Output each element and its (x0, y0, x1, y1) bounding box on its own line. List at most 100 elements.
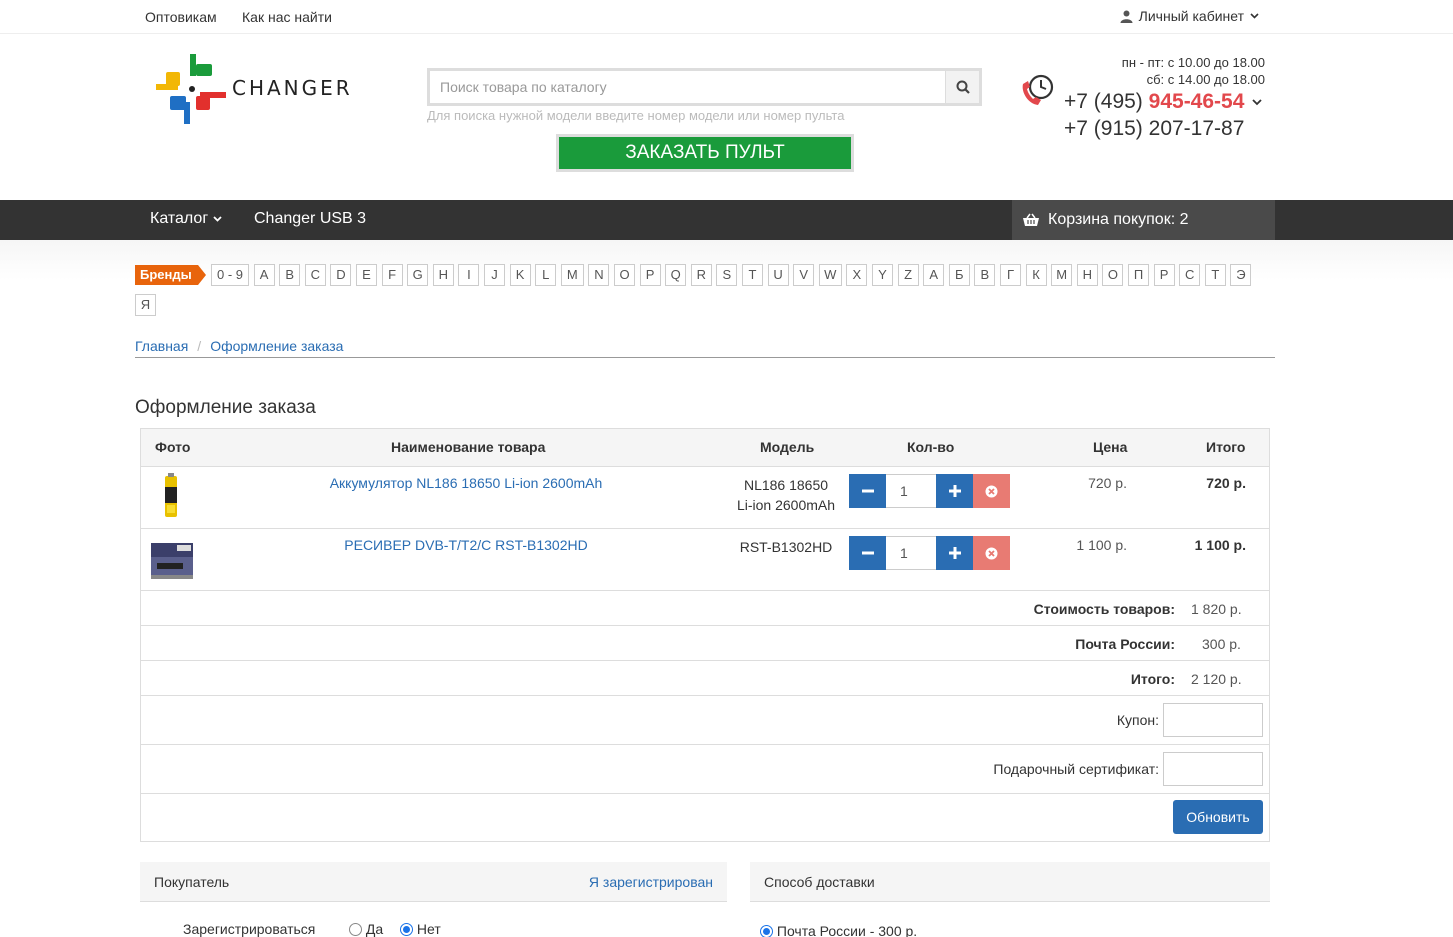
product-price: 720 р. (1088, 475, 1127, 491)
brand-letter[interactable]: N (588, 264, 610, 286)
brand-letter[interactable]: U (767, 264, 789, 286)
brand-letter[interactable]: H (432, 264, 454, 286)
brand-letter[interactable]: Б (948, 264, 970, 286)
brand-letter[interactable]: Г (1000, 264, 1021, 286)
delivery-option[interactable]: Почта России - 300 р. (760, 923, 917, 937)
nav-changer-usb[interactable]: Changer USB 3 (254, 210, 366, 228)
brand-letter[interactable]: К (1025, 264, 1047, 286)
brand-letter[interactable]: E (356, 264, 377, 286)
breadcrumb-home[interactable]: Главная (135, 338, 188, 354)
brands-label: Бренды (135, 265, 206, 285)
search-button[interactable] (945, 71, 979, 103)
product-model: RST-B1302HD (726, 537, 846, 557)
brand-letter[interactable]: Н (1076, 264, 1098, 286)
account-label: Личный кабинет (1138, 8, 1244, 24)
brand-letter[interactable]: П (1128, 264, 1149, 286)
top-bar: Оптовикам Как нас найти Личный кабинет (0, 0, 1453, 34)
radio-yes[interactable] (349, 923, 362, 936)
phone-main[interactable]: +7 (495) 945-46-54 (1064, 90, 1263, 114)
radio-delivery[interactable] (760, 925, 773, 937)
account-menu[interactable]: Личный кабинет (1120, 8, 1259, 24)
plus-icon (948, 547, 961, 559)
brand-letter[interactable]: Р (1153, 264, 1175, 286)
brand-letter[interactable]: С (1179, 264, 1201, 286)
table-row: Аккумулятор NL186 18650 Li-ion 2600mAh N… (141, 467, 1269, 529)
model-line: NL186 18650 (743, 477, 829, 493)
brand-letter[interactable]: A (253, 264, 275, 286)
remove-button[interactable] (973, 536, 1010, 570)
brand-letter[interactable]: B (279, 264, 301, 286)
phone-clock-icon (1022, 74, 1054, 105)
cart-label: Корзина покупок: 2 (1048, 211, 1189, 228)
increase-button[interactable] (936, 536, 973, 570)
nav-catalog[interactable]: Каталог (150, 210, 222, 228)
remove-button[interactable] (973, 474, 1010, 508)
radio-no[interactable] (400, 923, 413, 936)
brand-letter[interactable]: О (1102, 264, 1124, 286)
wholesale-link[interactable]: Оптовикам (145, 9, 217, 25)
search-icon (956, 80, 970, 94)
battery-image[interactable] (149, 473, 195, 519)
cart-button[interactable]: Корзина покупок: 2 (1012, 200, 1275, 240)
brand-letter[interactable]: Z (897, 264, 919, 286)
register-label: Зарегистрироваться (183, 921, 316, 937)
brand-letter[interactable]: Y (872, 264, 893, 286)
phone-secondary[interactable]: +7 (915) 207-17-87 (1064, 117, 1244, 141)
brand-letter[interactable]: J (484, 264, 505, 286)
receiver-image[interactable] (149, 539, 195, 585)
brand-letter[interactable]: Э (1230, 264, 1252, 286)
brand-letter[interactable]: I (458, 264, 480, 286)
brand-letter[interactable]: Q (665, 264, 687, 286)
cart-table: Фото Наименование товара Модель Кол-во Ц… (140, 428, 1270, 842)
brand-letter[interactable]: L (535, 264, 557, 286)
brand-letter[interactable]: W (818, 264, 842, 286)
brand-letter[interactable]: А (923, 264, 945, 286)
search-input[interactable] (440, 71, 940, 103)
product-link[interactable]: Аккумулятор NL186 18650 Li-ion 2600mAh (276, 475, 656, 491)
brand-letter[interactable]: C (304, 264, 326, 286)
product-total: 1 100 р. (1194, 537, 1246, 553)
quantity-input[interactable] (886, 474, 936, 508)
brand-letter[interactable]: Я (135, 294, 156, 316)
brand-letter[interactable]: X (846, 264, 868, 286)
order-remote-button[interactable]: ЗАКАЗАТЬ ПУЛЬТ (556, 134, 854, 172)
registered-link[interactable]: Я зарегистрирован (589, 874, 713, 890)
brand-letter[interactable]: M (560, 264, 584, 286)
brand-letter[interactable]: 0 - 9 (211, 264, 249, 286)
brand-letter[interactable]: O (614, 264, 635, 286)
brand-letter[interactable]: В (974, 264, 996, 286)
brand-letter[interactable]: T (742, 264, 763, 286)
decrease-button[interactable] (849, 536, 886, 570)
chevron-down-icon (213, 216, 222, 222)
breadcrumb: Главная / Оформление заказа (135, 338, 1275, 358)
brand-letter[interactable]: G (407, 264, 429, 286)
phone-main-code: +7 (495) (1064, 90, 1143, 113)
chevron-down-icon[interactable] (1252, 98, 1263, 106)
quantity-input[interactable] (886, 536, 936, 570)
product-link[interactable]: РЕСИВЕР DVB-T/T2/C RST-B1302HD (276, 537, 656, 553)
brand-letter[interactable]: P (639, 264, 661, 286)
find-us-link[interactable]: Как нас найти (242, 9, 332, 25)
buyer-title: Покупатель (154, 874, 230, 890)
header-price: Цена (1093, 439, 1128, 455)
brand-letter[interactable]: S (716, 264, 738, 286)
register-no-option[interactable]: Нет (400, 921, 441, 937)
breadcrumb-current[interactable]: Оформление заказа (210, 338, 343, 354)
brand-letter[interactable]: М (1051, 264, 1073, 286)
coupon-label: Купон: (1116, 712, 1159, 728)
brand-letter[interactable]: Т (1204, 264, 1226, 286)
gift-label: Подарочный сертификат: (993, 761, 1159, 777)
coupon-input[interactable] (1163, 703, 1263, 737)
model-line: RST-B1302HD (739, 539, 833, 555)
brand-letter[interactable]: F (381, 264, 403, 286)
decrease-button[interactable] (849, 474, 886, 508)
register-yes-option[interactable]: Да (349, 921, 383, 937)
brand-letter[interactable]: D (330, 264, 352, 286)
update-button[interactable]: Обновить (1173, 800, 1263, 834)
increase-button[interactable] (936, 474, 973, 508)
brand-letter[interactable]: V (793, 264, 815, 286)
brand-letter[interactable]: K (509, 264, 531, 286)
brand-letter[interactable]: R (690, 264, 712, 286)
gift-certificate-input[interactable] (1163, 752, 1263, 786)
chevron-down-icon (1250, 13, 1259, 19)
